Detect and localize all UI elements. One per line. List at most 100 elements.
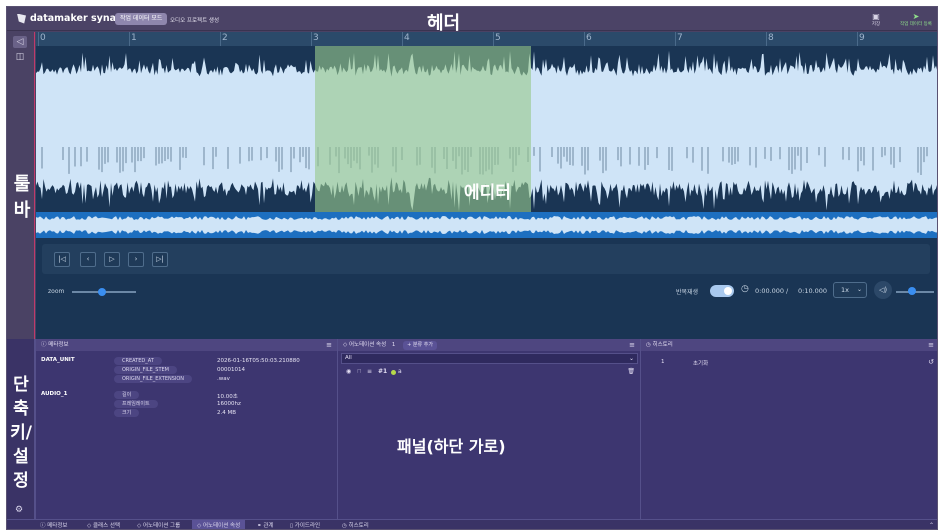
save-label: 저장 xyxy=(871,22,881,27)
clock-icon: ◷ xyxy=(646,342,651,348)
chevron-left-icon: ‹ xyxy=(86,255,90,263)
history-panel: ◷ 히스토리 ≡ 1 초기화 ↺ xyxy=(640,339,937,519)
shortcut-overlay-label: 단축키/설정 xyxy=(10,375,32,491)
meta-key: 길이 xyxy=(114,391,140,399)
meta-value: .wav xyxy=(217,376,230,382)
ruler-tick-label: 7 xyxy=(677,33,683,43)
add-class-button[interactable]: + 분류 추가 xyxy=(403,341,437,350)
send-icon: ➤ xyxy=(912,12,920,21)
menu-icon[interactable]: ≡ xyxy=(928,339,934,351)
shortcut-strip: 단축키/설정 ⚙ xyxy=(7,339,35,519)
zoom-slider-thumb[interactable] xyxy=(98,288,106,296)
meta-key: ORIGIN_FILE_STEM xyxy=(114,366,177,374)
meta-key: ORIGIN_FILE_EXTENSION xyxy=(114,375,193,383)
meta-value: 16000hz xyxy=(217,401,241,407)
volume-icon: ◁) xyxy=(878,286,888,294)
meta-key: 프레임레이트 xyxy=(114,400,158,408)
mode-badge[interactable]: 작업 데이터 모드 xyxy=(115,13,168,25)
filter-value: All xyxy=(345,355,352,361)
header: datamaker synapse 작업 데이터 모드 오디오 프로젝트 생성 … xyxy=(7,7,937,34)
skip-end-button[interactable]: ▷| xyxy=(152,252,168,267)
time-ruler[interactable]: 0 1 2 3 4 5 6 7 8 9 xyxy=(36,32,937,46)
pointer-icon: ◁ xyxy=(16,37,24,47)
skip-start-icon: |◁ xyxy=(58,255,66,263)
ruler-tick xyxy=(311,32,312,46)
submit-label: 작업 데이터 등록 xyxy=(900,22,932,27)
play-button[interactable]: ▷ xyxy=(104,252,120,267)
annotation-filter-select[interactable]: All ⌄ xyxy=(341,353,638,364)
app-root: datamaker synapse 작업 데이터 모드 오디오 프로젝트 생성 … xyxy=(6,6,938,530)
time-separator: / xyxy=(786,287,789,295)
playback-controls: |◁ ‹ ▷ › ▷| xyxy=(42,244,930,274)
save-button[interactable]: ▣ 저장 xyxy=(867,12,885,27)
ruler-tick-label: 5 xyxy=(495,33,501,43)
tab-class-select[interactable]: ◇ 클래스 선택 xyxy=(82,520,125,529)
clock-icon: ◷ xyxy=(741,284,749,294)
tab-history[interactable]: ◷ 히스토리 xyxy=(337,520,374,529)
panel-overlay-label: 패널(하단 가로) xyxy=(397,437,506,456)
tab-annotation-group[interactable]: ◇ 어노테이션 그룹 xyxy=(132,520,185,529)
menu-icon[interactable]: ≡ xyxy=(629,339,635,351)
ruler-tick xyxy=(402,32,403,46)
volume-slider-thumb[interactable] xyxy=(908,287,916,295)
playback-speed-select[interactable]: 1x ⌄ xyxy=(833,282,867,298)
list-icon[interactable]: ≡ xyxy=(367,368,372,375)
editor-overlay-label: 에디터 xyxy=(464,183,511,203)
annotation-count: 1 xyxy=(391,342,396,348)
repeat-label: 반복재생 xyxy=(676,289,699,296)
meta-value: 2026-01-16T05:50:03.210880 xyxy=(217,358,300,364)
lock-icon[interactable]: ⊓ xyxy=(357,368,362,375)
trash-icon[interactable]: 🗑 xyxy=(627,368,635,375)
tab-annotation-attributes[interactable]: ◇ 어노테이션 속성 xyxy=(192,520,246,529)
segment-icon: ◫ xyxy=(15,52,25,62)
play-icon: ▷ xyxy=(109,255,115,263)
volume-button[interactable]: ◁) xyxy=(874,281,892,299)
tab-label: 클래스 선택 xyxy=(92,523,121,529)
ruler-tick-label: 3 xyxy=(313,33,319,43)
panel-tab-bar: ⓘ 메타정보 ◇ 클래스 선택 ◇ 어노테이션 그룹 ◇ 어노테이션 속성 ⚭ … xyxy=(7,519,937,529)
next-button[interactable]: › xyxy=(128,252,144,267)
tab-guideline[interactable]: ▯ 가이드라인 xyxy=(285,520,325,529)
ruler-tick-label: 8 xyxy=(768,33,774,43)
ruler-tick xyxy=(584,32,585,46)
waveform-minimap[interactable] xyxy=(36,212,938,238)
annotation-id: #1 xyxy=(378,368,388,375)
skip-end-icon: ▷| xyxy=(156,255,164,263)
logo-icon xyxy=(17,13,26,24)
meta-value: 2.4 MB xyxy=(217,410,237,416)
metadata-panel-header: ⓘ 메타정보 ≡ xyxy=(36,339,337,351)
current-time: 0:00.000 xyxy=(755,287,785,295)
tab-label: 어노테이션 그룹 xyxy=(142,523,181,529)
toolbar-overlay-label: 툴바 xyxy=(13,174,31,221)
chevron-up-icon[interactable]: ⌃ xyxy=(929,520,934,529)
ruler-tick-label: 6 xyxy=(586,33,592,43)
submit-button[interactable]: ➤ 작업 데이터 등록 xyxy=(897,12,935,27)
ruler-tick-label: 0 xyxy=(40,33,46,43)
ruler-tick xyxy=(493,32,494,46)
undo-icon[interactable]: ↺ xyxy=(928,358,934,366)
ruler-tick-label: 9 xyxy=(859,33,865,43)
segment-tool-button[interactable]: ◫ xyxy=(13,51,27,63)
gear-icon[interactable]: ⚙ xyxy=(15,505,23,515)
save-icon: ▣ xyxy=(872,12,880,21)
meta-value: 10.00초 xyxy=(217,394,238,400)
create-project-link[interactable]: 오디오 프로젝트 생성 xyxy=(170,16,219,24)
ruler-tick-label: 2 xyxy=(222,33,228,43)
prev-button[interactable]: ‹ xyxy=(80,252,96,267)
annotation-row[interactable]: ◉ ⊓ ≡ #1 a 🗑 xyxy=(338,368,641,380)
tab-label: 가이드라인 xyxy=(294,523,321,529)
chevron-down-icon: ⌄ xyxy=(856,286,862,293)
meta-value: 00001014 xyxy=(217,367,245,373)
pointer-tool-button[interactable]: ◁ xyxy=(13,36,27,48)
ruler-tick-label: 1 xyxy=(131,33,137,43)
tab-relations[interactable]: ⚭ 관계 xyxy=(252,520,278,529)
menu-icon[interactable]: ≡ xyxy=(326,339,332,351)
skip-start-button[interactable]: |◁ xyxy=(54,252,70,267)
history-entry[interactable]: 초기화 xyxy=(693,359,708,367)
chevron-down-icon: ⌄ xyxy=(628,355,634,362)
zoom-label: zoom xyxy=(48,288,65,295)
waveform-editor[interactable]: 0 1 2 3 4 5 6 7 8 9 에디터 |◁ ‹ ▷ › ▷| zoom 반복재생 ◷ 0… xyxy=(36,32,938,339)
tab-metadata[interactable]: ⓘ 메타정보 xyxy=(35,520,73,529)
eye-icon[interactable]: ◉ xyxy=(346,368,351,375)
repeat-toggle[interactable] xyxy=(710,285,734,297)
